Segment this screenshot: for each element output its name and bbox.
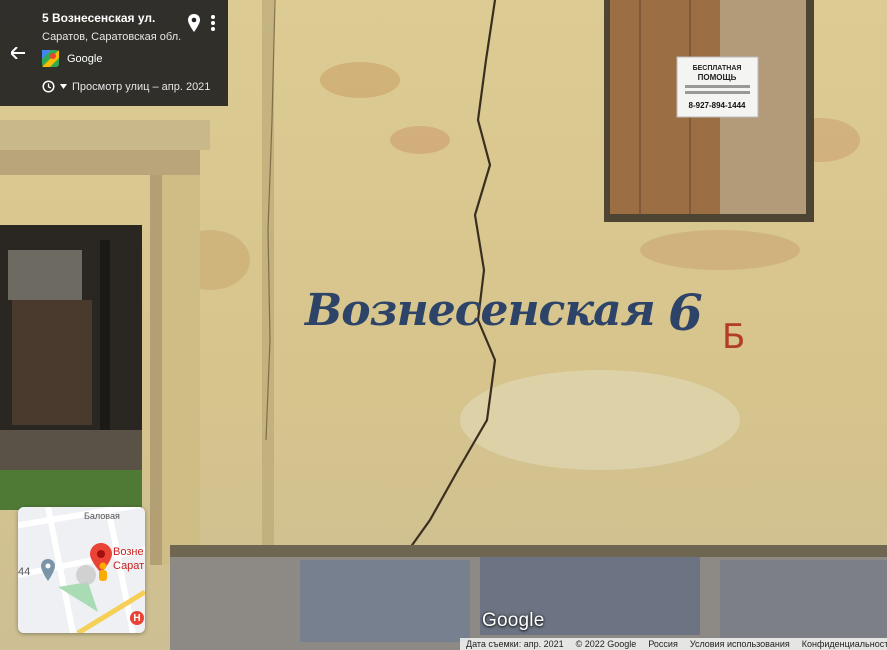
location-info-card: 5 Вознесенская ул. Саратов, Саратовская … (0, 0, 228, 106)
svg-text:БЕСПЛАТНАЯ: БЕСПЛАТНАЯ (693, 65, 742, 72)
svg-text:6: 6 (668, 283, 703, 342)
back-button[interactable] (0, 0, 36, 106)
more-vert-icon[interactable] (207, 13, 219, 33)
imagery-date-selector[interactable]: Просмотр улиц – апр. 2021 (42, 80, 210, 93)
minimap[interactable]: Баловая 44 Возне Сарат H (18, 507, 145, 633)
google-maps-logo (42, 50, 59, 67)
place-subtitle: Саратов, Саратовская обл. (42, 31, 182, 43)
arrow-left-icon (11, 47, 25, 59)
google-watermark: Google (482, 610, 545, 631)
minimap-number-label: 44 (18, 566, 31, 578)
provider-label: Google (67, 52, 103, 65)
imagery-date-label: Просмотр улиц – апр. 2021 (72, 80, 211, 93)
terms-link[interactable]: Условия использования (684, 639, 796, 649)
privacy-link[interactable]: Конфиденциальность (796, 639, 887, 649)
footer-bar: Дата съемки: апр. 2021 © 2022 Google Рос… (460, 638, 887, 650)
caret-down-icon (60, 84, 67, 89)
provider-row[interactable]: Google (42, 50, 102, 67)
location-pin-icon[interactable] (186, 13, 202, 33)
svg-text:Б: Б (722, 317, 745, 357)
pegman-icon (99, 562, 107, 581)
svg-text:8-927-894-1444: 8-927-894-1444 (689, 101, 746, 110)
copyright: © 2022 Google (575, 639, 637, 649)
place-title: 5 Вознесенская ул. (42, 11, 156, 25)
svg-text:Вознесенская: Вознесенская (303, 285, 655, 336)
minimap-street-label: Баловая (84, 511, 120, 521)
location-marker-icon (41, 559, 55, 581)
country-link[interactable]: Россия (642, 639, 684, 649)
capture-date: Дата съемки: апр. 2021 (466, 639, 564, 649)
minimap-poi-badge: H (130, 611, 144, 625)
svg-text:ПОМОЩЬ: ПОМОЩЬ (698, 73, 737, 82)
minimap-place-label: Возне Сарат (113, 546, 145, 572)
clock-icon (42, 80, 55, 93)
